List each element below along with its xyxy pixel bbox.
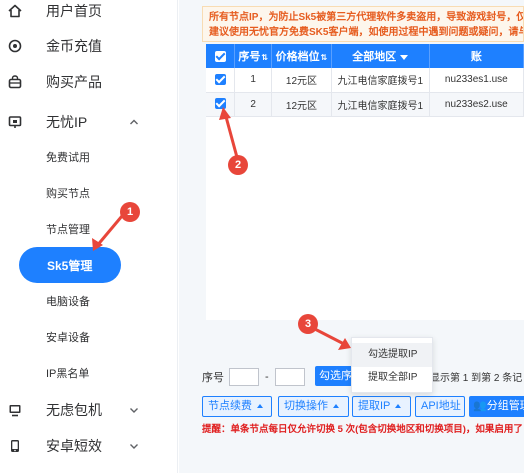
sub-item-label: 安卓设备 bbox=[46, 332, 90, 344]
nav-item-buy-product[interactable]: 购买产品 bbox=[0, 64, 177, 100]
cell-account: nu233es1.use bbox=[429, 68, 524, 93]
column-header-price[interactable]: 价格档位⇅ bbox=[271, 44, 332, 68]
sub-item-label: 免费试用 bbox=[46, 152, 90, 164]
cell-price: 12元区 bbox=[271, 92, 332, 117]
table-row[interactable]: 1 12元区 九江电信家庭拨号1 nu233es1.use bbox=[206, 68, 524, 93]
chevron-down-icon bbox=[128, 440, 140, 452]
cell-region: 九江电信家庭拨号1 bbox=[331, 68, 430, 93]
sub-item-label: 电脑设备 bbox=[46, 296, 90, 308]
desktop-icon bbox=[7, 402, 23, 418]
sub-item-label: 节点管理 bbox=[46, 224, 90, 236]
sub-item-label: Sk5管理 bbox=[47, 258, 93, 273]
pagination-info: 显示第 1 到第 2 条记 bbox=[430, 373, 523, 384]
select-all-cell[interactable] bbox=[206, 44, 236, 68]
column-header-index[interactable]: 序号⇅ bbox=[234, 44, 273, 68]
home-icon bbox=[7, 3, 23, 19]
cell-region: 九江电信家庭拨号1 bbox=[331, 92, 430, 117]
notice-banner: 所有节点IP，为防止Sk5被第三方代理软件多卖盗用，导致游戏封号，仅 建议使用无… bbox=[202, 6, 524, 42]
column-header-region[interactable]: 全部地区 bbox=[331, 44, 430, 68]
sub-item-ip-blacklist[interactable]: IP黑名单 bbox=[0, 359, 177, 387]
column-label: 序号 bbox=[238, 51, 261, 63]
nav-label: 无忧IP bbox=[46, 114, 88, 130]
range-dash: - bbox=[265, 371, 269, 383]
nav-item-user-home[interactable]: 用户首页 bbox=[0, 0, 177, 29]
row-checkbox[interactable] bbox=[214, 74, 226, 86]
table-row[interactable]: 2 12元区 九江电信家庭拨号1 nu233es2.use bbox=[206, 92, 524, 117]
table-header-row: 序号⇅ 价格档位⇅ 全部地区 账 bbox=[206, 44, 524, 68]
nav-item-machine-rental[interactable]: 无虑包机 bbox=[0, 392, 177, 428]
column-label: 账 bbox=[470, 51, 482, 63]
caret-up-icon bbox=[257, 404, 263, 409]
nav-label: 用户首页 bbox=[46, 3, 102, 19]
chevron-down-icon bbox=[128, 404, 140, 416]
sidebar: 用户首页 金币充值 购买产品 无忧IP 免费试用 购买节点 节点管理 Sk5管理… bbox=[0, 0, 178, 473]
sub-item-sk5-management[interactable]: Sk5管理 bbox=[19, 247, 121, 283]
pick-range-button[interactable]: 勾选序号 bbox=[315, 366, 355, 386]
sub-item-label: 购买节点 bbox=[46, 188, 90, 200]
button-label: 提取IP bbox=[358, 400, 391, 412]
action-toolbar: 节点续费 切换操作 提取IP API地址 👥分组管理 bbox=[202, 396, 524, 418]
api-address-button[interactable]: API地址 bbox=[415, 396, 465, 417]
phone-icon bbox=[7, 438, 23, 454]
monitor-icon bbox=[7, 114, 23, 130]
sub-item-label: IP黑名单 bbox=[46, 368, 90, 380]
cell-price: 12元区 bbox=[271, 68, 332, 93]
annotation-marker-3: 3 bbox=[298, 314, 318, 334]
cell-account: nu233es2.use bbox=[429, 92, 524, 117]
menu-item-extract-all[interactable]: 提取全部IP bbox=[352, 366, 432, 390]
select-all-checkbox[interactable] bbox=[214, 50, 226, 62]
range-end-input[interactable] bbox=[274, 368, 305, 386]
renew-button[interactable]: 节点续费 bbox=[202, 396, 272, 417]
sub-item-pc-devices[interactable]: 电脑设备 bbox=[0, 287, 177, 315]
sub-item-android-devices[interactable]: 安卓设备 bbox=[0, 323, 177, 351]
nav-label: 无虑包机 bbox=[46, 402, 102, 418]
notice-line-2: 建议使用无忧官方免费SK5客户端，如使用过程中遇到问题或疑问，请与 bbox=[209, 27, 524, 38]
cell-index: 2 bbox=[234, 92, 273, 117]
caret-up-icon bbox=[333, 404, 339, 409]
range-start-input[interactable] bbox=[229, 368, 259, 386]
group-management-button[interactable]: 👥分组管理 bbox=[469, 396, 524, 417]
nav-label: 金币充值 bbox=[46, 38, 102, 54]
sort-icon[interactable]: ⇅ bbox=[321, 53, 328, 62]
menu-item-extract-selected[interactable]: 勾选提取IP bbox=[352, 343, 432, 367]
warning-text: 提醒：单条节点每日仅允许切换 5 次(包含切换地区和切换项目)，如果启用了 bbox=[202, 424, 523, 435]
button-label: 节点续费 bbox=[208, 400, 252, 412]
extract-ip-menu: 勾选提取IP 提取全部IP bbox=[351, 337, 433, 393]
nav-item-android-short[interactable]: 安卓短效 bbox=[0, 428, 177, 464]
sub-item-node-management[interactable]: 节点管理 bbox=[0, 215, 177, 243]
cell-index: 1 bbox=[234, 68, 273, 93]
column-label: 价格档位 bbox=[275, 51, 320, 63]
button-label: API地址 bbox=[421, 400, 461, 412]
range-label: 序号 bbox=[202, 372, 224, 384]
column-label: 全部地区 bbox=[352, 51, 397, 63]
nav-item-coin-recharge[interactable]: 金币充值 bbox=[0, 28, 177, 64]
annotation-marker-1: 1 bbox=[120, 202, 140, 222]
sub-item-buy-node[interactable]: 购买节点 bbox=[0, 179, 177, 207]
button-label: 切换操作 bbox=[284, 400, 328, 412]
sort-icon[interactable]: ⇅ bbox=[261, 53, 268, 62]
nav-label: 安卓短效 bbox=[46, 438, 102, 454]
nav-item-wuyou-ip[interactable]: 无忧IP bbox=[0, 104, 177, 140]
column-header-account: 账 bbox=[429, 44, 524, 68]
coin-icon bbox=[7, 38, 23, 54]
extract-ip-button[interactable]: 提取IP bbox=[352, 396, 411, 417]
button-label: 分组管理 bbox=[486, 400, 524, 412]
chevron-up-icon bbox=[128, 116, 140, 128]
group-icon: 👥 bbox=[473, 400, 487, 412]
sk5-table: 序号⇅ 价格档位⇅ 全部地区 账 1 12元区 九江电信家庭拨号1 nu233e… bbox=[206, 44, 524, 320]
row-checkbox[interactable] bbox=[214, 98, 226, 110]
filter-dropdown-icon[interactable] bbox=[400, 54, 409, 60]
notice-line-1: 所有节点IP，为防止Sk5被第三方代理软件多卖盗用，导致游戏封号，仅 bbox=[209, 12, 524, 23]
annotation-marker-2: 2 bbox=[228, 155, 248, 175]
sub-item-free-trial[interactable]: 免费试用 bbox=[0, 143, 177, 171]
caret-up-icon bbox=[395, 404, 402, 409]
bag-icon bbox=[7, 74, 23, 90]
switch-operation-button[interactable]: 切换操作 bbox=[278, 396, 349, 417]
main-content: 所有节点IP，为防止Sk5被第三方代理软件多卖盗用，导致游戏封号，仅 建议使用无… bbox=[179, 0, 524, 473]
nav-label: 购买产品 bbox=[46, 74, 102, 90]
